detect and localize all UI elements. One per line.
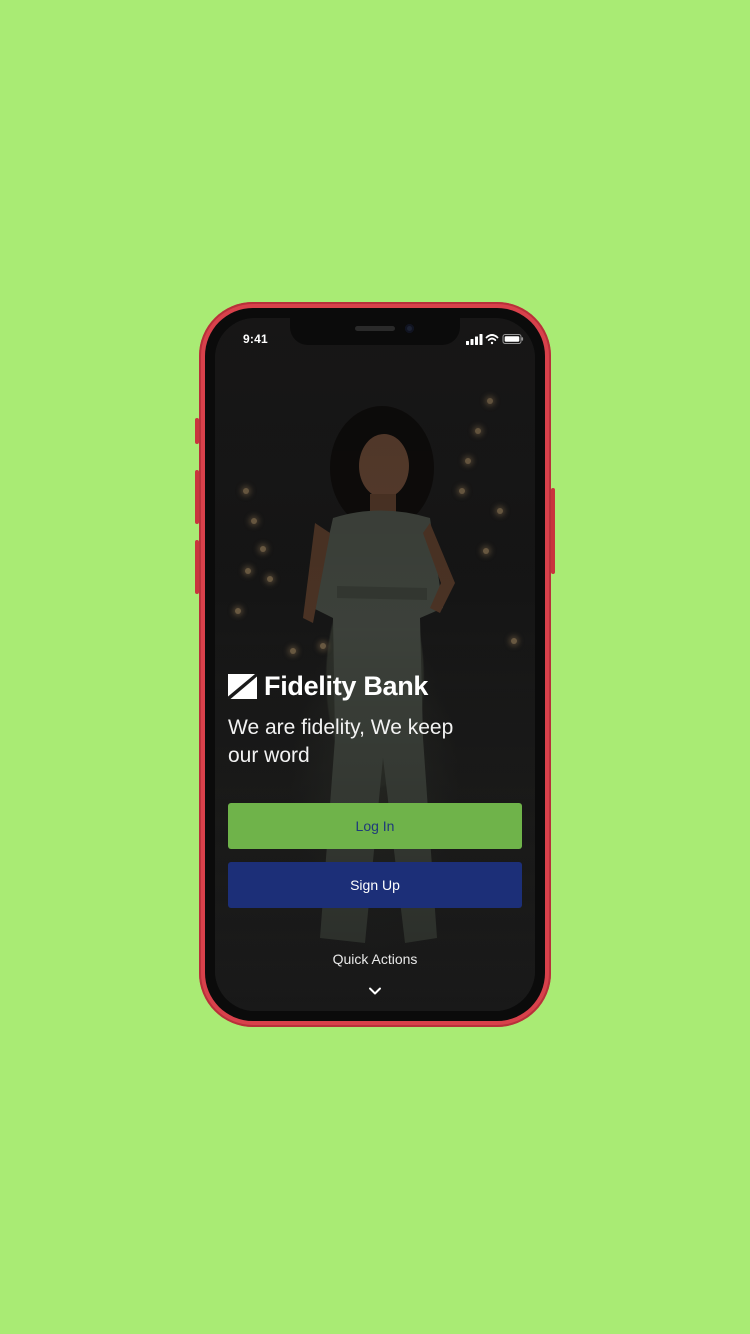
chevron-down-icon[interactable] xyxy=(368,986,382,996)
power-button xyxy=(551,488,555,574)
cellular-signal-icon xyxy=(466,334,483,345)
status-time: 9:41 xyxy=(243,332,268,346)
fidelity-logo-icon xyxy=(228,673,257,699)
page-background: 9:41 Fidelity Bank We are fidelity, We k… xyxy=(0,0,750,1334)
brand-header: Fidelity Bank xyxy=(228,671,428,701)
status-icons xyxy=(466,332,524,345)
earpiece-speaker xyxy=(355,326,395,331)
home-indicator xyxy=(322,1000,428,1004)
signup-button[interactable]: Sign Up xyxy=(228,862,522,908)
login-button-label: Log In xyxy=(355,818,395,834)
tagline: We are fidelity, We keep our word xyxy=(228,716,454,767)
notch xyxy=(290,318,460,345)
quick-actions-label: Quick Actions xyxy=(332,951,418,967)
quick-actions-toggle[interactable]: Quick Actions xyxy=(228,951,522,967)
wifi-icon xyxy=(485,334,499,345)
login-button[interactable]: Log In xyxy=(228,803,522,849)
battery-icon xyxy=(502,334,524,344)
front-camera xyxy=(405,324,414,333)
signup-button-label: Sign Up xyxy=(350,877,400,893)
brand-name: Fidelity Bank xyxy=(264,670,429,701)
